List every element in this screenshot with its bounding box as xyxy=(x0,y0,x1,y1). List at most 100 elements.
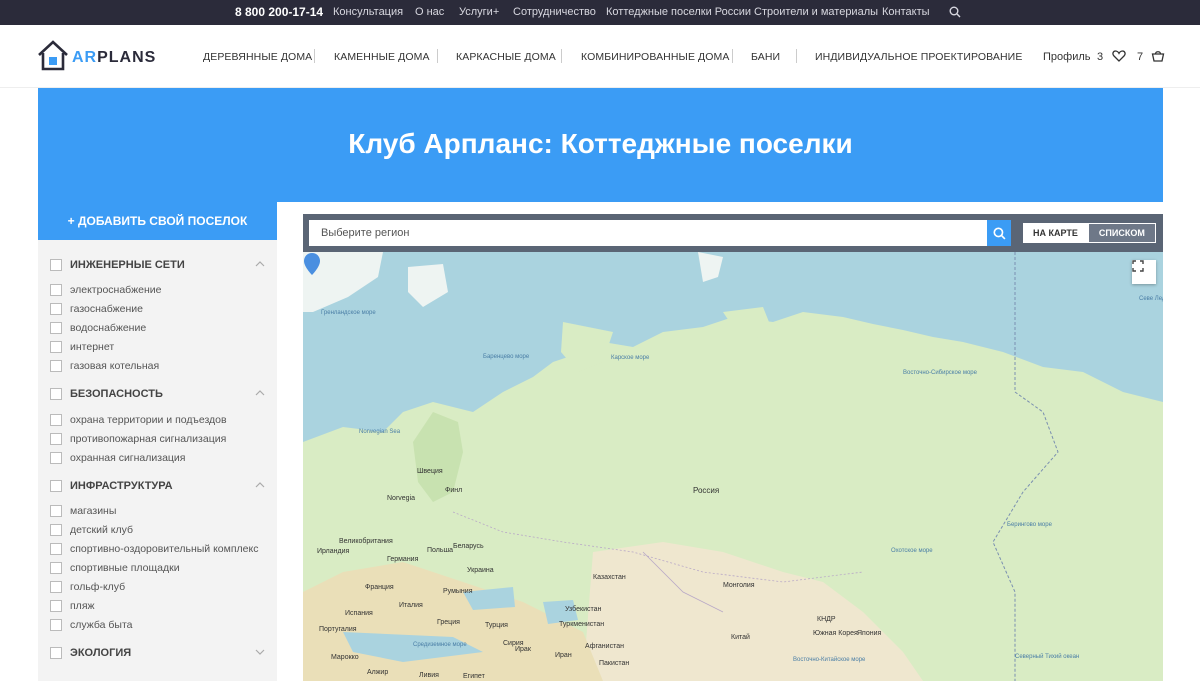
filter-item[interactable]: спортивно-оздоровительный комплекс xyxy=(50,543,258,555)
filter-item[interactable]: гольф-клуб xyxy=(50,581,125,593)
filter-group-ecology[interactable]: ЭКОЛОГИЯ xyxy=(50,647,265,659)
country-label: Италия xyxy=(399,602,423,609)
world-map-graphic xyxy=(303,252,1163,681)
country-label: Румыния xyxy=(443,588,473,595)
cart-count: 7 xyxy=(1137,51,1144,63)
checkbox[interactable] xyxy=(50,600,62,612)
sea-label: Северный Тихий океан xyxy=(1015,654,1080,660)
nav-divider xyxy=(796,49,797,63)
chevron-up-icon[interactable] xyxy=(255,261,265,267)
checkbox[interactable] xyxy=(50,452,62,464)
country-label: Туркменистан xyxy=(559,621,605,628)
filter-item[interactable]: пляж xyxy=(50,600,95,612)
group-title: ЭКОЛОГИЯ xyxy=(70,647,132,659)
top-link-builders[interactable]: Строители и материалы xyxy=(754,6,878,18)
sea-label: Norwegian Sea xyxy=(359,429,401,435)
filter-group-infrastructure[interactable]: ИНФРАСТРУКТУРА xyxy=(50,480,265,492)
phone-number[interactable]: 8 800 200-17-14 xyxy=(235,5,323,19)
checkbox[interactable] xyxy=(50,543,62,555)
top-link-cottage-villages[interactable]: Коттеджные поселки России xyxy=(606,6,751,18)
view-list-button[interactable]: СПИСКОМ xyxy=(1087,223,1156,243)
country-label: Греция xyxy=(437,619,460,626)
region-search-input[interactable] xyxy=(309,220,987,246)
map-marker-icon[interactable] xyxy=(303,252,321,276)
top-link-cooperation[interactable]: Сотрудничество xyxy=(513,6,596,18)
chevron-up-icon[interactable] xyxy=(255,482,265,488)
chevron-down-icon[interactable] xyxy=(255,649,265,655)
nav-frame-houses[interactable]: КАРКАСНЫЕ ДОМА xyxy=(456,51,556,63)
checkbox[interactable] xyxy=(50,284,62,296)
nav-custom-design[interactable]: ИНДИВИДУАЛЬНОЕ ПРОЕКТИРОВАНИЕ xyxy=(815,51,1022,63)
nav-divider xyxy=(314,49,315,63)
nav-stone-houses[interactable]: КАМЕННЫЕ ДОМА xyxy=(334,51,430,63)
filter-item[interactable]: спортивные площадки xyxy=(50,562,180,574)
filter-item[interactable]: охрана территории и подъездов xyxy=(50,414,227,426)
logo-text: ARPLANS xyxy=(72,49,157,66)
filter-item[interactable]: интернет xyxy=(50,341,114,353)
search-icon[interactable] xyxy=(949,6,961,18)
checkbox[interactable] xyxy=(50,505,62,517)
country-label: Германия xyxy=(387,556,419,563)
filter-item[interactable]: газоснабжение xyxy=(50,303,143,315)
chevron-up-icon[interactable] xyxy=(255,390,265,396)
checkbox[interactable] xyxy=(50,619,62,631)
checkbox[interactable] xyxy=(50,414,62,426)
checkbox[interactable] xyxy=(50,259,62,271)
sea-label: Гренландское море xyxy=(321,310,376,316)
filter-item[interactable]: магазины xyxy=(50,505,116,517)
filter-group-engineering[interactable]: ИНЖЕНЕРНЫЕ СЕТИ xyxy=(50,259,265,271)
checkbox[interactable] xyxy=(50,341,62,353)
checkbox[interactable] xyxy=(50,562,62,574)
country-label: Марокко xyxy=(331,654,359,661)
checkbox[interactable] xyxy=(50,524,62,536)
heart-icon[interactable] xyxy=(1112,49,1126,63)
filter-item[interactable]: водоснабжение xyxy=(50,322,146,334)
sea-label: Восточно-Сибирское море xyxy=(903,370,977,376)
hero-banner: Клуб Арпланс: Коттеджные поселки xyxy=(38,88,1163,202)
sea-label: Баренцево море xyxy=(483,354,530,360)
nav-saunas[interactable]: БАНИ xyxy=(751,51,780,63)
top-link-services[interactable]: Услуги+ xyxy=(459,6,499,18)
filter-item[interactable]: детский клуб xyxy=(50,524,133,536)
nav-divider xyxy=(561,49,562,63)
country-label: КНДР xyxy=(817,616,836,623)
checkbox[interactable] xyxy=(50,433,62,445)
fullscreen-button[interactable] xyxy=(1132,260,1156,284)
add-village-button[interactable]: + ДОБАВИТЬ СВОЙ ПОСЕЛОК xyxy=(38,202,277,240)
fullscreen-icon xyxy=(1132,260,1144,272)
map-canvas[interactable]: Гренландское море Баренцево море Карское… xyxy=(303,252,1163,681)
country-label: Монголия xyxy=(723,582,755,589)
logo[interactable]: ARPLANS xyxy=(37,39,162,73)
group-title: ИНЖЕНЕРНЫЕ СЕТИ xyxy=(70,259,185,271)
checkbox[interactable] xyxy=(50,480,62,492)
sea-label: Карское море xyxy=(611,355,650,361)
favorites-count: 3 xyxy=(1097,51,1104,63)
country-label: Великобритания xyxy=(339,538,393,545)
country-label: Китай xyxy=(731,634,750,641)
house-logo-icon xyxy=(38,40,68,71)
basket-icon[interactable] xyxy=(1151,49,1165,63)
view-map-button[interactable]: НА КАРТЕ xyxy=(1023,223,1088,243)
nav-combined-houses[interactable]: КОМБИНИРОВАННЫЕ ДОМА xyxy=(581,51,730,63)
checkbox[interactable] xyxy=(50,360,62,372)
checkbox[interactable] xyxy=(50,303,62,315)
nav-wooden-houses[interactable]: ДЕРЕВЯННЫЕ ДОМА xyxy=(203,51,312,63)
filter-item[interactable]: охранная сигнализация xyxy=(50,452,186,464)
filter-item[interactable]: газовая котельная xyxy=(50,360,159,372)
profile-link[interactable]: Профиль xyxy=(1043,51,1091,63)
country-label: Россия xyxy=(693,486,720,495)
filter-item[interactable]: служба быта xyxy=(50,619,133,631)
top-link-consultation[interactable]: Консультация xyxy=(333,6,403,18)
filter-item[interactable]: противопожарная сигнализация xyxy=(50,433,226,445)
top-link-contacts[interactable]: Контакты xyxy=(882,6,930,18)
country-label: Египет xyxy=(463,673,485,680)
checkbox[interactable] xyxy=(50,647,62,659)
filter-group-security[interactable]: БЕЗОПАСНОСТЬ xyxy=(50,388,265,400)
country-label: Казахстан xyxy=(593,574,626,581)
top-link-about[interactable]: О нас xyxy=(415,6,444,18)
filter-item[interactable]: электроснабжение xyxy=(50,284,161,296)
checkbox[interactable] xyxy=(50,581,62,593)
region-search-button[interactable] xyxy=(987,220,1011,246)
checkbox[interactable] xyxy=(50,322,62,334)
checkbox[interactable] xyxy=(50,388,62,400)
